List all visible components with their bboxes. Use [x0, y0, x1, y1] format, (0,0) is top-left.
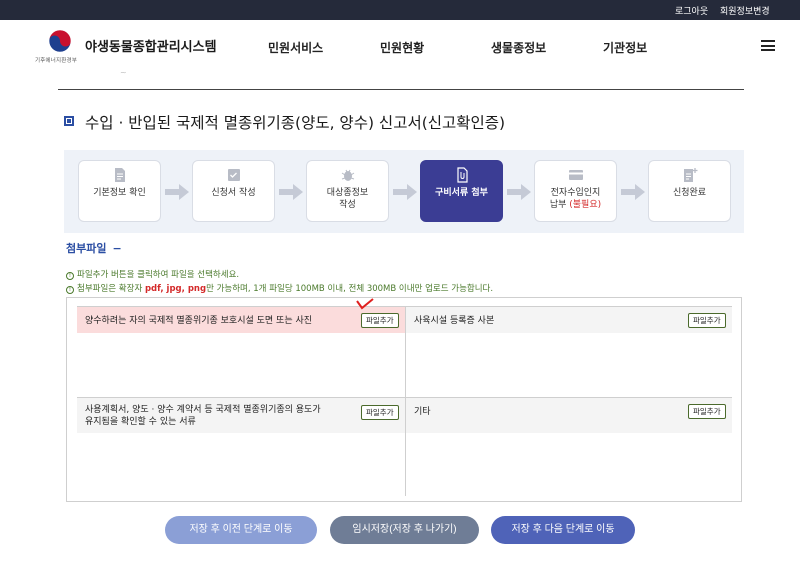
attach-cell-label: 사육시설 등록증 사본	[414, 316, 495, 326]
scroll-remnant: ~	[120, 68, 127, 77]
red-check-annotation-icon	[356, 298, 374, 310]
bug-icon	[341, 169, 354, 181]
attach-cell-label: 기타	[414, 407, 431, 417]
title-bullet-icon	[64, 116, 74, 126]
site-title[interactable]: 야생동물종합관리시스템	[85, 36, 217, 55]
add-file-button[interactable]: 파일추가	[361, 313, 399, 328]
step-arrow-icon	[507, 184, 531, 200]
step-revenue-stamp: 전자수입인지납부 (불필요)	[534, 160, 617, 222]
save-prev-step-button[interactable]: 저장 후 이전 단계로 이동	[165, 516, 317, 544]
step-arrow-icon	[279, 184, 303, 200]
top-utility-bar: 로그아웃 회원정보변경	[0, 0, 800, 20]
title-divider	[58, 89, 744, 90]
taegeuk-logo-icon[interactable]	[48, 29, 72, 53]
nav-civil-status[interactable]: 민원현황	[380, 39, 424, 56]
step-arrow-icon	[393, 184, 417, 200]
step-label-line2: 납부	[549, 200, 570, 210]
add-file-button[interactable]: 파일추가	[688, 404, 726, 419]
step-label-line2: 작성	[339, 200, 356, 210]
member-edit-link[interactable]: 회원정보변경	[720, 4, 770, 17]
step-label: 구비서류 첨부	[435, 188, 488, 198]
collapse-toggle[interactable]: −	[112, 242, 121, 255]
info-icon: !	[66, 272, 74, 280]
site-header: 기후에너지환경부 야생동물종합관리시스템 민원서비스 민원현황 생물종정보 기관…	[0, 20, 800, 72]
attach-cell-label-line2: 유지됨을 확인할 수 있는 서류	[85, 417, 196, 427]
attach-cell-usage-plan: 사용계획서, 양도 · 양수 계약서 등 국제적 멸종위기종의 용도가유지됨을 …	[77, 397, 405, 433]
menu-icon[interactable]	[761, 40, 775, 51]
allowed-extensions: pdf, jpg, png	[144, 284, 207, 294]
step-attach-docs-active: 구비서류 첨부	[420, 160, 503, 222]
save-next-step-button[interactable]: 저장 후 다음 단계로 이동	[491, 516, 635, 544]
form-check-icon	[227, 169, 240, 181]
attach-cell-label: 양수하려는 자의 국제적 멸종위기종 보호시설 도면 또는 사진	[85, 316, 313, 326]
ministry-name: 기후에너지환경부	[35, 58, 78, 64]
nav-civil-service[interactable]: 민원서비스	[268, 39, 323, 56]
step-label: 신청서 작성	[211, 188, 256, 198]
step-label: 기본정보 확인	[93, 188, 146, 198]
page-title: 수입 · 반입된 국제적 멸종위기종(양도, 양수) 신고서(신고확인증)	[85, 114, 506, 132]
progress-steps: 기본정보 확인 신청서 작성 대상종정보작성 구비서류 첨부 전자수입인지납부 …	[64, 150, 744, 233]
document-plus-icon	[683, 168, 697, 182]
step-label-line1: 전자수입인지	[550, 188, 601, 198]
step-basic-info: 기본정보 확인	[78, 160, 161, 222]
notice-text: 첨부파일은 확장자	[77, 284, 145, 294]
card-icon	[568, 170, 583, 180]
notice-file-limits: ! 첨부파일은 확장자 pdf, jpg, png만 가능하며, 1개 파일당 1…	[66, 282, 493, 294]
logout-link[interactable]: 로그아웃	[675, 4, 708, 17]
step-label: 신청완료	[672, 188, 707, 198]
step-label-unneeded: (불필요)	[569, 200, 602, 210]
attach-cell-other: 기타 파일추가	[406, 397, 732, 433]
notice-text: 만 가능하며, 1개 파일당 100MB 이내, 전체 300MB 이내만 업로…	[206, 284, 494, 294]
notice-text: 파일추가 버튼을 클릭하여 파일을 선택하세요.	[77, 270, 240, 280]
temp-save-button[interactable]: 임시저장(저장 후 나가기)	[330, 516, 479, 544]
notice-add-file: ! 파일추가 버튼을 클릭하여 파일을 선택하세요.	[66, 268, 239, 280]
attachment-heading: 첨부파일 −	[66, 240, 122, 256]
step-label-line1: 대상종정보	[326, 188, 369, 198]
attach-cell-registration-copy: 사육시설 등록증 사본 파일추가	[406, 306, 732, 333]
step-application: 신청서 작성	[192, 160, 275, 222]
add-file-button[interactable]: 파일추가	[688, 313, 726, 328]
info-icon: !	[66, 286, 74, 294]
nav-agency-info[interactable]: 기관정보	[603, 39, 647, 56]
step-arrow-icon	[621, 184, 645, 200]
nav-species-info[interactable]: 생물종정보	[491, 39, 546, 56]
attach-cell-facility-drawing: 양수하려는 자의 국제적 멸종위기종 보호시설 도면 또는 사진 파일추가	[77, 306, 405, 333]
attach-file-icon	[456, 167, 468, 183]
add-file-button[interactable]: 파일추가	[361, 405, 399, 420]
attachment-grid: 양수하려는 자의 국제적 멸종위기종 보호시설 도면 또는 사진 파일추가 사육…	[66, 297, 742, 502]
attachment-title: 첨부파일	[66, 242, 107, 255]
step-species-info: 대상종정보작성	[306, 160, 389, 222]
step-complete: 신청완료	[648, 160, 731, 222]
step-arrow-icon	[165, 184, 189, 200]
attach-cell-label-line1: 사용계획서, 양도 · 양수 계약서 등 국제적 멸종위기종의 용도가	[85, 405, 321, 415]
document-icon	[114, 168, 125, 182]
